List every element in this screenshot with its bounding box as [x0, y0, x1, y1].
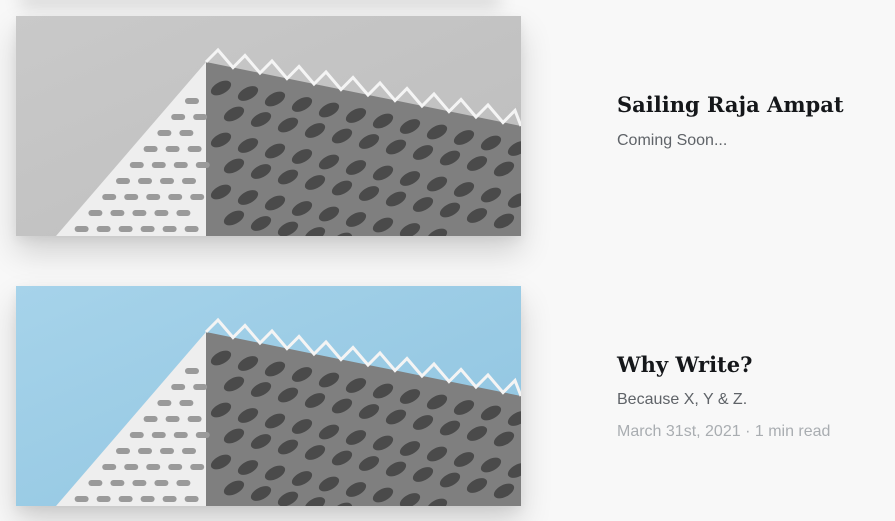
reading-time: 1 min read	[754, 423, 831, 440]
building-facade-image	[16, 286, 521, 506]
post-excerpt: Because X, Y & Z.	[617, 391, 748, 408]
building-facade-image	[16, 16, 521, 236]
meta-separator: ·	[745, 423, 751, 440]
post-card[interactable]: Sailing Raja Ampat Coming Soon...	[0, 16, 895, 236]
post-excerpt: Coming Soon...	[617, 132, 728, 149]
post-title[interactable]: Sailing Raja Ampat	[617, 92, 844, 117]
post-card[interactable]: Why Write? Because X, Y & Z. March 31st,…	[0, 286, 895, 506]
post-date: March 31st, 2021	[617, 423, 741, 440]
post-feature-image[interactable]	[16, 16, 521, 236]
post-feature-image[interactable]	[16, 286, 521, 506]
post-title[interactable]: Why Write?	[617, 352, 752, 377]
post-meta: March 31st, 2021 · 1 min read	[617, 423, 830, 441]
